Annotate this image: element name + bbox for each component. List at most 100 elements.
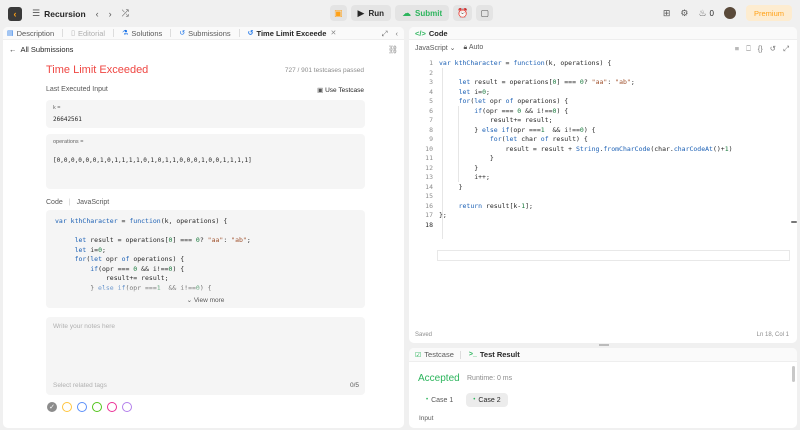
avatar[interactable] (723, 7, 736, 19)
tags-select[interactable]: Select related tags (53, 382, 107, 389)
line-number: 12 (425, 163, 433, 172)
notes-area[interactable]: Write your notes here Select related tag… (46, 317, 365, 395)
top-bar: ‹ ☰ Recursion ‹ › ⤮ ▣ ▶ Run ☁ Submit ⏰ ▢… (0, 0, 800, 27)
line-number: 15 (425, 192, 433, 200)
upload-icon: ☁ (402, 7, 411, 18)
tab-submissions[interactable]: ↺ Submissions (179, 29, 230, 38)
description-icon: ▤ (7, 30, 14, 37)
code-icon: </> (415, 28, 426, 38)
input-box-k: k = 26642561 (46, 100, 365, 128)
case-tab-2[interactable]: • Case 2 (466, 393, 508, 407)
format-icon[interactable]: ≡ (735, 44, 739, 54)
notes-placeholder: Write your notes here (53, 323, 116, 330)
prev-problem-icon[interactable]: ‹ (96, 9, 99, 19)
line-number: 2 (429, 68, 433, 77)
line-number: 7 (429, 116, 433, 124)
use-testcase-button[interactable]: ▣ Use Testcase (317, 86, 364, 94)
editorial-icon: ▯ (71, 30, 75, 37)
maximize-icon[interactable]: ⤢ (382, 29, 388, 39)
close-icon[interactable]: ✕ (330, 29, 336, 37)
testcases-passed: 727 / 901 testcases passed (284, 67, 364, 74)
reset-icon[interactable]: ↺ (770, 44, 776, 54)
case-label: Case 2 (478, 396, 501, 404)
tab-label: Submissions (188, 28, 231, 38)
back-to-submissions[interactable]: ← All Submissions (9, 45, 73, 54)
settings-icon[interactable]: ⚙ (680, 8, 688, 19)
debug-button[interactable]: ▣ (330, 5, 347, 21)
color-green[interactable] (92, 402, 102, 412)
current-line-highlight (437, 250, 790, 261)
collapse-icon[interactable]: ‹ (396, 29, 399, 39)
color-blue[interactable] (77, 402, 87, 412)
case-tab-1[interactable]: • Case 1 (419, 393, 460, 407)
panel-scrollbar[interactable] (792, 366, 795, 382)
tab-testcase[interactable]: ☑ Testcase (415, 350, 454, 359)
braces-icon[interactable]: {} (758, 44, 763, 54)
layout-icon[interactable]: ⊞ (663, 8, 671, 19)
run-controls: ▣ ▶ Run ☁ Submit ⏰ ▢ (330, 5, 493, 21)
problem-list-button[interactable]: ☰ Recursion (32, 8, 86, 19)
input-label: Input (419, 415, 434, 422)
shuffle-icon[interactable]: ⤮ (122, 8, 129, 19)
testcase-tab-bar: ☑ Testcase >_ Test Result (409, 348, 797, 362)
code-tab-label[interactable]: Code (429, 29, 448, 38)
cursor-position: Ln 18, Col 1 (756, 332, 789, 338)
terminal-icon: >_ (468, 351, 477, 358)
last-input-label: Last Executed Input (46, 86, 108, 93)
editor-code-text: var kthCharacter = function(k, operation… (439, 59, 733, 219)
tab-solutions[interactable]: ⚗ Solutions (122, 29, 162, 38)
language-select[interactable]: JavaScript ⌄ (415, 44, 456, 52)
line-number: 11 (425, 154, 433, 162)
bug-icon: ▣ (334, 7, 343, 18)
line-number: 17 (425, 211, 433, 219)
back-label: All Submissions (20, 45, 74, 54)
next-problem-icon[interactable]: › (109, 9, 112, 19)
share-icon[interactable]: ⛓ (388, 45, 398, 54)
editor-toolbar: ≡ ⎕ {} ↺ ⤢ (735, 44, 789, 54)
fullscreen-icon[interactable]: ⤢ (783, 44, 789, 54)
color-pink[interactable] (107, 402, 117, 412)
submission-panel: ▤ Description ▯ Editorial ⚗ Solutions ↺ Subm… (3, 27, 404, 428)
color-purple[interactable] (122, 402, 132, 412)
play-icon: ▶ (357, 7, 365, 18)
tab-test-result[interactable]: >_ Test Result (469, 350, 520, 359)
color-gray-selected[interactable]: ✓ (47, 402, 57, 412)
bookmark-icon[interactable]: ⎕ (746, 44, 751, 54)
tab-description[interactable]: ▤ Description (7, 29, 54, 38)
view-more-button[interactable]: ⌄ View more (46, 296, 365, 304)
line-number: 6 (429, 106, 433, 115)
vertical-resize-handle[interactable] (404, 27, 408, 428)
panel-controls: ⤢ ‹ (382, 29, 399, 39)
line-number: 1 (429, 59, 433, 67)
tab-divider (238, 29, 240, 37)
premium-button[interactable]: Premium (745, 5, 792, 21)
tab-divider (62, 29, 64, 37)
alarm-icon: ⏰ (457, 7, 469, 18)
case-tabs: • Case 1 • Case 2 (419, 393, 508, 407)
input-box-operations: operations = [0,0,0,0,0,0,1,0,1,1,1,1,0,… (46, 134, 365, 189)
auto-mode-toggle[interactable]: 🔒︎ Auto (464, 44, 484, 52)
testcase-panel: ☑ Testcase >_ Test Result Accepted Runtime… (409, 348, 797, 428)
submit-button[interactable]: ☁ Submit (395, 5, 450, 21)
flask-icon: ⚗ (122, 30, 129, 37)
line-number: 14 (425, 182, 433, 191)
notes-button[interactable]: ▢ (476, 5, 493, 21)
use-testcase-label: Use Testcase (325, 87, 364, 94)
run-button[interactable]: ▶ Run (350, 5, 391, 21)
line-number: 16 (425, 201, 433, 210)
line-numbers: 1 2 3 4 5 6 7 8 9 10 11 12 13 14 15 16 1… (409, 58, 433, 230)
timer-button[interactable]: ⏰ (453, 5, 473, 21)
code-editor[interactable]: 1 2 3 4 5 6 7 8 9 10 11 12 13 14 15 16 1… (409, 58, 797, 328)
tab-editorial[interactable]: ▯ Editorial (71, 29, 105, 38)
notifications-button[interactable]: ♨ 0 (698, 8, 714, 19)
tab-divider (459, 350, 461, 359)
tab-label: Editorial (78, 28, 106, 38)
color-yellow[interactable] (62, 402, 72, 412)
view-more-label: View more (193, 297, 225, 304)
leetcode-logo[interactable]: ‹ (8, 6, 22, 21)
input-label: k = (53, 105, 61, 111)
clipboard-icon: ▣ (317, 87, 324, 94)
run-label: Run (368, 8, 384, 18)
line-number: 3 (429, 78, 433, 86)
tab-submission-result[interactable]: ↺ Time Limit Exceede ✕ (248, 29, 337, 38)
